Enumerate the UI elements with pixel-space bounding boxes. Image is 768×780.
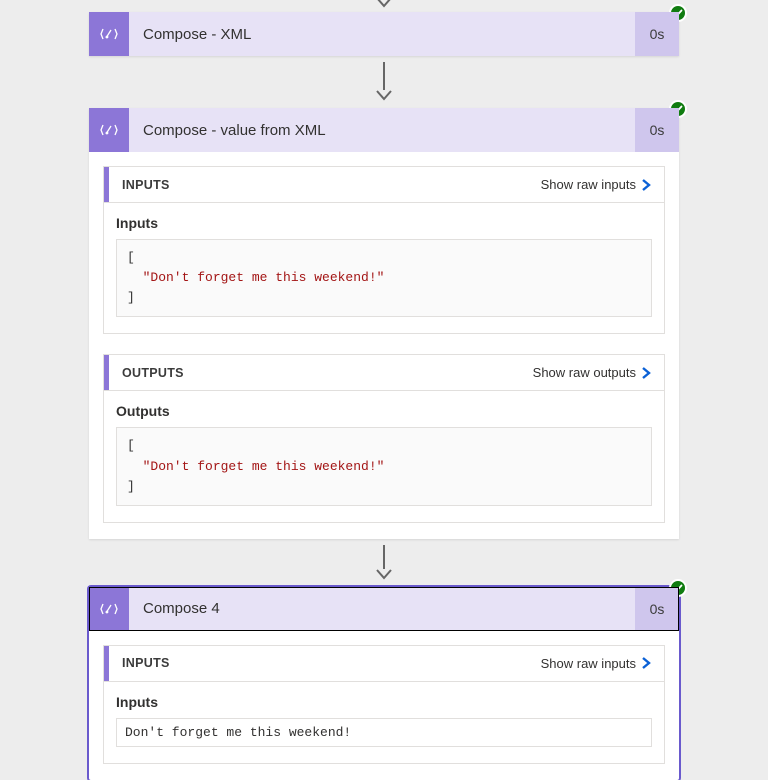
compose-icon <box>89 587 129 631</box>
step-title: Compose - value from XML <box>129 108 635 152</box>
show-raw-outputs-button[interactable]: Show raw outputs <box>533 365 652 380</box>
compose-icon <box>89 12 129 56</box>
panel-title: INPUTS <box>116 656 170 670</box>
step-duration: 0s <box>635 587 679 631</box>
step-title: Compose 4 <box>129 587 635 631</box>
panel-header: INPUTS Show raw inputs <box>104 646 664 682</box>
inputs-code: [ "Don't forget me this weekend!" ] <box>116 239 652 317</box>
chevron-right-icon <box>640 366 652 380</box>
inputs-subhead: Inputs <box>116 215 652 231</box>
inputs-subhead: Inputs <box>116 694 652 710</box>
step-title: Compose - XML <box>129 12 635 56</box>
outputs-subhead: Outputs <box>116 403 652 419</box>
flow-step-compose-xml: Compose - XML 0s <box>89 12 679 56</box>
flow-step-compose-4: Compose 4 0s INPUTS Show raw inputs Inpu… <box>89 587 679 780</box>
chevron-right-icon <box>640 178 652 192</box>
step-body: INPUTS Show raw inputs Inputs Don't forg… <box>89 631 679 780</box>
step-duration: 0s <box>635 12 679 56</box>
arrow-down-icon <box>376 545 392 581</box>
chevron-right-icon <box>640 656 652 670</box>
outputs-code: [ "Don't forget me this weekend!" ] <box>116 427 652 505</box>
action-label: Show raw inputs <box>541 656 636 671</box>
panel-title: INPUTS <box>116 178 170 192</box>
action-label: Show raw inputs <box>541 177 636 192</box>
arrow-down-icon <box>376 62 392 102</box>
outputs-panel: OUTPUTS Show raw outputs Outputs [ "Don'… <box>103 354 665 522</box>
step-header[interactable]: Compose - XML 0s <box>89 12 679 56</box>
inputs-panel: INPUTS Show raw inputs Inputs [ "Don't f… <box>103 166 665 334</box>
panel-header: OUTPUTS Show raw outputs <box>104 355 664 391</box>
show-raw-inputs-button[interactable]: Show raw inputs <box>541 656 652 671</box>
panel-title: OUTPUTS <box>116 366 184 380</box>
flow-step-compose-value-from-xml: Compose - value from XML 0s INPUTS Show … <box>89 108 679 539</box>
step-header[interactable]: Compose 4 0s <box>89 587 679 631</box>
inputs-panel: INPUTS Show raw inputs Inputs Don't forg… <box>103 645 665 764</box>
action-label: Show raw outputs <box>533 365 636 380</box>
step-duration: 0s <box>635 108 679 152</box>
show-raw-inputs-button[interactable]: Show raw inputs <box>541 177 652 192</box>
inputs-value: Don't forget me this weekend! <box>116 718 652 747</box>
arrow-down-icon <box>376 0 392 12</box>
panel-header: INPUTS Show raw inputs <box>104 167 664 203</box>
step-header[interactable]: Compose - value from XML 0s <box>89 108 679 152</box>
step-body: INPUTS Show raw inputs Inputs [ "Don't f… <box>89 152 679 539</box>
compose-icon <box>89 108 129 152</box>
